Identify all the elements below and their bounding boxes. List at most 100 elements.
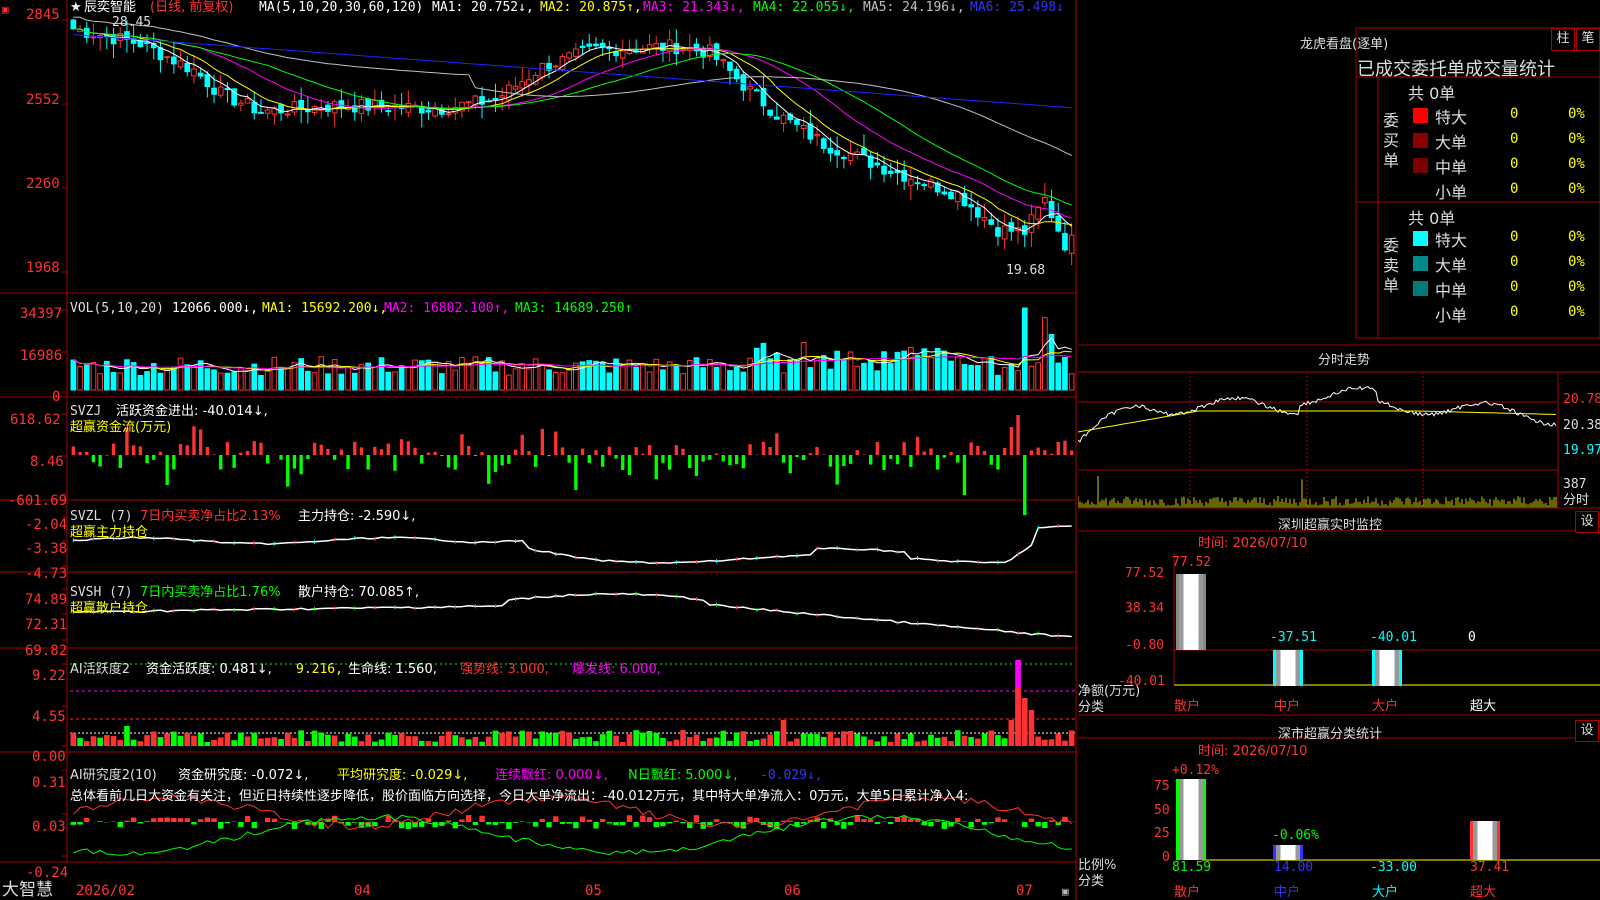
stock-name[interactable]: 辰奕智能 [84,0,136,15]
vol-bar-66 [512,368,519,391]
ai1-bar-85 [640,732,646,746]
buy-row-label-3: 小单 [1435,183,1468,202]
ai2-bar-132 [955,817,961,822]
main-hold-line [73,525,1072,565]
vol-bar-133 [961,363,968,391]
fenshi-axis-1: 20.78 [1563,392,1600,407]
ai1-bar-69 [532,738,539,746]
ai1-bar-50 [405,736,412,746]
ai1-bar-14 [164,733,170,746]
flow-bar-86 [647,445,652,455]
flow-bar-9 [131,445,136,455]
vol-ma3: MA3: 14689.250↑ [515,301,633,316]
candle-body-21 [211,87,217,95]
vol-bar-111 [814,357,820,391]
ai2-bar-4 [97,821,103,822]
vol-ma1: MA1: 15692.200↓, [262,301,388,316]
classify-unit: 比例% [1078,858,1117,873]
ai1-bar-97 [720,730,727,746]
ai2-bar-78 [593,822,599,829]
ai2-t3: 连续飘红: 0.000↓, [495,768,608,783]
candle-body-116 [847,153,854,161]
candle-body-98 [727,61,733,71]
ai2-bar-61 [479,815,485,822]
ai1-bar-61 [479,741,485,746]
flow-bar-11 [145,455,149,464]
ai1-bar-106 [780,720,787,746]
ai1-bar-4 [97,737,103,746]
vol-bar-57 [452,369,459,391]
ai2-bar-133 [961,821,968,822]
classify-axis-3: 25 [1154,826,1170,841]
ai1-bar-65 [506,731,512,746]
lock-icon[interactable]: ▣ [1062,884,1069,899]
candle-body-93 [693,43,700,52]
monitor-value-1: 77.52 [1172,555,1212,570]
flow-bar-52 [420,455,424,464]
menu-square-icon[interactable]: ▣ [2,2,9,17]
monitor-settings-button[interactable]: 设 [1575,511,1599,533]
monitor-cat-3: 大户 [1372,699,1399,714]
vol-bar-47 [385,371,392,391]
flow-bar-21 [212,454,216,455]
ai1-bar-95 [707,738,713,746]
ai2-bar-119 [867,819,874,822]
candle-body-38 [325,104,331,112]
candle-body-67 [519,81,526,89]
ai2-bar-120 [874,822,881,825]
ai2-bar-49 [398,822,405,829]
brand-logo[interactable]: 大智慧 [2,880,53,900]
ai1-bar-38 [325,734,331,746]
flow-bar-126 [915,436,920,455]
ai2-bar-70 [539,818,546,822]
right-panel: 龙虎看盘(逐单) 柱 笔 已成交委托单成交量统计 共 0单 委买单 共 0单 委… [1078,0,1600,900]
ai2-bar-90 [673,820,680,822]
vol-bar-149 [1068,373,1075,391]
ai2-bar-124 [901,816,907,822]
ma2-value: MA2: 20.875↑, [540,0,642,15]
ai1-bar-78 [593,741,599,746]
ai1-bar-139 [1001,738,1008,746]
ai2-bar-11 [144,820,150,822]
chart-mode[interactable]: (日线, 前复权) [150,0,233,15]
ai1-bar-103 [760,738,767,746]
ma5-value: MA5: 24.196↓, [863,0,965,15]
fenshi-axis-2: 20.38 [1563,418,1600,433]
ma30-line [73,28,1072,206]
flow-bar-59 [466,445,471,455]
flow-bar-143 [1029,450,1034,455]
ai1-t2: 9.216, [296,662,343,677]
candle-body-72 [552,65,559,68]
vol-bar-97 [720,363,727,391]
classify-settings-button[interactable]: 设 [1575,720,1599,742]
classify-bar-2-hi [1280,845,1296,860]
monitor-bar-1-hi [1183,574,1199,650]
flow-bar-70 [540,428,545,455]
flow-bar-149 [1069,450,1074,455]
stroke-mode-button[interactable]: 笔 [1576,28,1600,51]
ai1-bar-130 [941,736,948,746]
low-price-mark: 19.68 [1006,263,1046,278]
ai1-bar-112 [820,736,827,746]
vol-bar-8 [124,359,130,391]
ai2-bar-114 [834,822,840,825]
vol-bar-146 [1048,334,1055,391]
monitor-axis-1: 77.52 [1125,566,1165,581]
candle-body-66 [512,85,519,90]
sell-row-value-1: 0 [1510,254,1519,270]
bar-mode-button[interactable]: 柱 [1551,28,1575,51]
vol-bar-63 [492,371,499,391]
ai1-bar-43 [358,741,365,746]
kline-chart-svg[interactable] [0,0,1077,900]
vol-bar-42 [351,372,358,391]
ai2-axis-2: 0.03 [32,819,66,835]
main-chart-area[interactable]: ▣ ★ 辰奕智能 (日线, 前复权) MA(5,10,20,30,60,120)… [0,0,1077,900]
flow-bar-135 [976,445,980,455]
candle-body-115 [841,156,847,160]
flow-bar-148 [1063,440,1067,455]
ai2-bar-85 [640,815,646,822]
ai2-bar-58 [459,819,465,822]
flow-bar-54 [433,451,437,455]
ai1-bar-79 [599,734,606,746]
ai1-bar-9 [130,739,137,746]
